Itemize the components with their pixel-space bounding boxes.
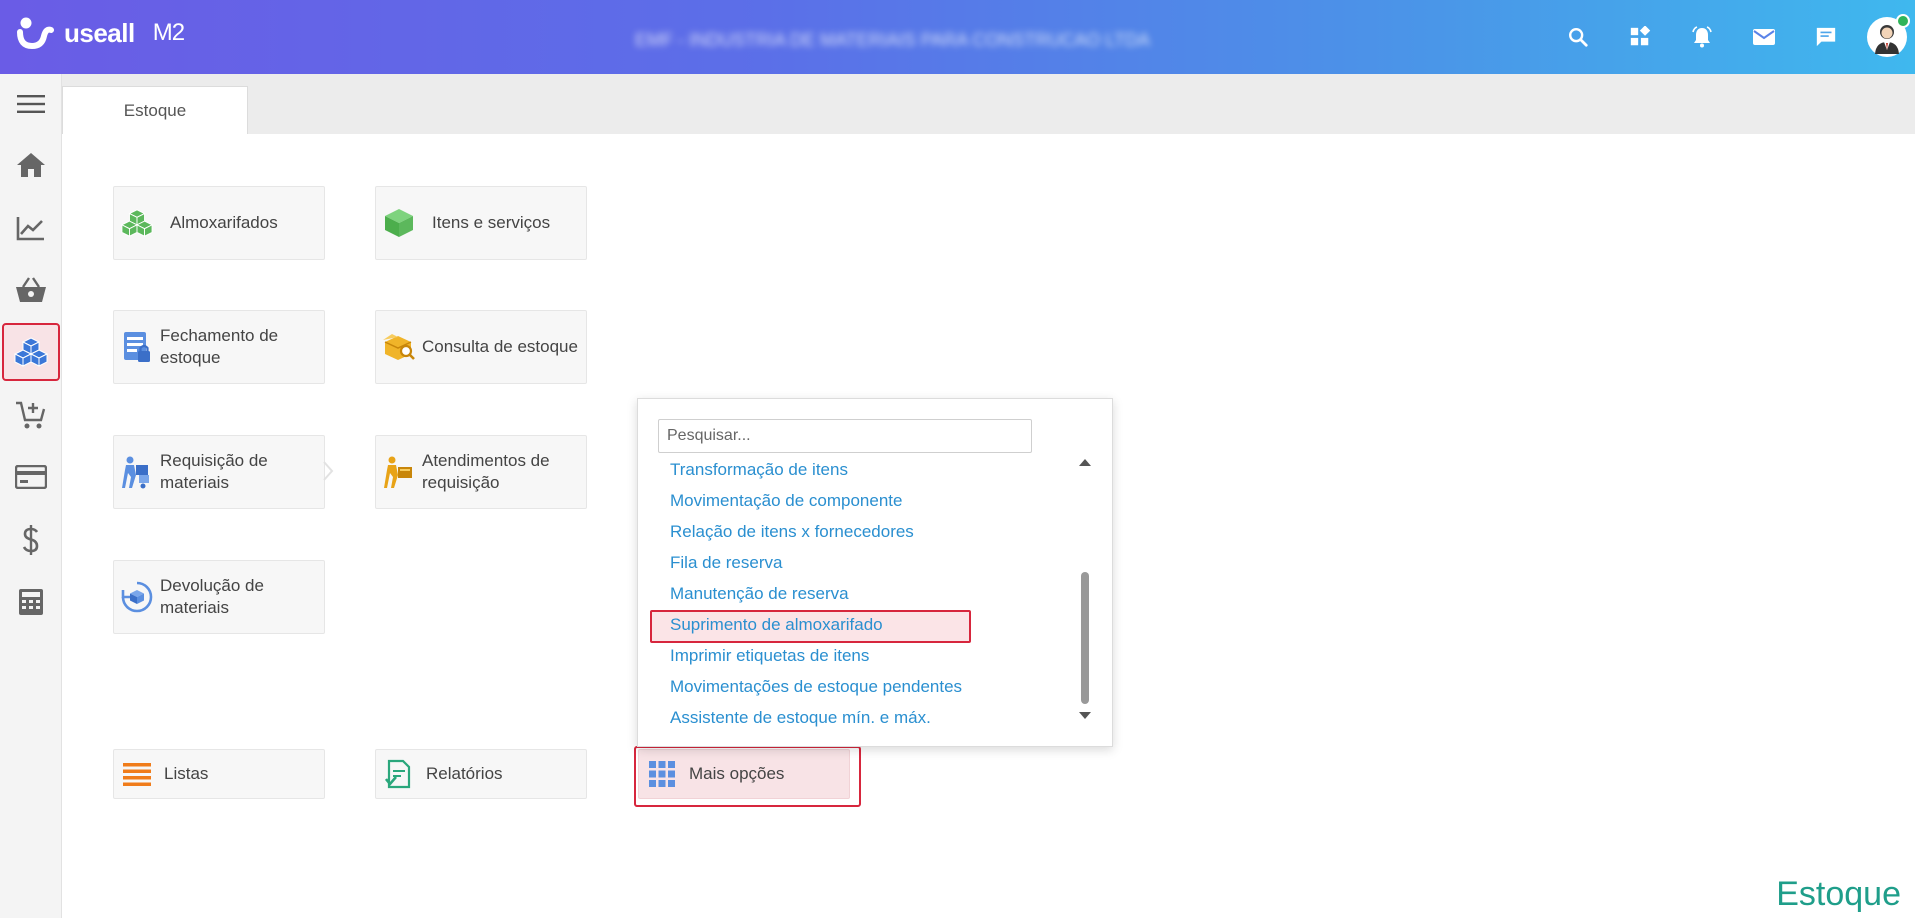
dropdown-search-input[interactable] [658, 419, 1032, 453]
box-search-icon [376, 332, 422, 362]
tile-fechamento-de-estoque[interactable]: Fechamento de estoque [113, 310, 325, 384]
dropdown-item-fila-de-reserva[interactable]: Fila de reserva [638, 547, 1078, 578]
widgets-icon[interactable] [1609, 0, 1671, 74]
tab-bar: Estoque [62, 74, 1915, 134]
report-icon [376, 759, 422, 789]
home-icon[interactable] [2, 136, 60, 194]
basket-icon[interactable] [2, 261, 60, 319]
user-avatar[interactable] [1867, 14, 1910, 57]
header-actions [1547, 0, 1915, 74]
logo[interactable]: useall M2 [16, 16, 185, 50]
tab-estoque[interactable]: Estoque [62, 86, 248, 134]
dropdown-item-movimentacao-de-componente[interactable]: Movimentação de componente [638, 485, 1078, 516]
logo-mark-icon [16, 16, 54, 50]
tile-label: Almoxarifados [170, 213, 278, 232]
dropdown-scrollbar-thumb[interactable] [1081, 572, 1089, 704]
boxes-icon[interactable] [2, 323, 60, 381]
lock-document-icon [114, 330, 160, 364]
scroll-down-arrow-icon[interactable] [1078, 709, 1092, 723]
sidebar [0, 74, 62, 918]
tile-label: Devolução de materiais [160, 576, 264, 617]
tile-itens-e-servicos[interactable]: Itens e serviços [375, 186, 587, 260]
hand-truck-icon [114, 455, 160, 489]
menu-icon[interactable] [0, 74, 62, 134]
dollar-icon[interactable] [2, 511, 60, 569]
credit-card-icon[interactable] [2, 448, 60, 506]
dropdown-item-imprimir-etiquetas-de-itens[interactable]: Imprimir etiquetas de itens [638, 640, 1078, 671]
tile-label: Consulta de estoque [422, 337, 578, 356]
cart-add-icon[interactable] [2, 386, 60, 444]
logo-version: M2 [152, 19, 185, 46]
dropdown-item-manutencao-de-reserva[interactable]: Manutenção de reserva [638, 578, 1078, 609]
dropdown-item-movimentacoes-de-estoque-pendentes[interactable]: Movimentações de estoque pendentes [638, 671, 1078, 702]
return-box-icon [114, 580, 160, 614]
mais-opcoes-highlight [634, 746, 861, 807]
calculator-icon[interactable] [2, 573, 60, 631]
tile-atendimentos-de-requisicao[interactable]: Atendimentos de requisição [375, 435, 587, 509]
tile-listas[interactable]: Listas [113, 749, 325, 799]
tile-label: Itens e serviços [432, 213, 551, 232]
tile-devolucao-de-materiais[interactable]: Devolução de materiais [113, 560, 325, 634]
tile-consulta-de-estoque[interactable]: Consulta de estoque [375, 310, 587, 384]
mais-opcoes-dropdown: Transformação de itens Movimentação de c… [637, 398, 1113, 747]
delivery-person-icon [376, 455, 422, 489]
chat-icon[interactable] [1795, 0, 1857, 74]
logo-text: useall [64, 17, 135, 48]
alarm-bell-icon[interactable] [1671, 0, 1733, 74]
online-status-dot [1896, 14, 1910, 28]
tile-requisicao-de-materiais[interactable]: Requisição de materiais [113, 435, 325, 509]
page-title: Estoque [1776, 875, 1901, 913]
tile-almoxarifados[interactable]: Almoxarifados [113, 186, 325, 260]
dropdown-item-suprimento-de-almoxarifado[interactable]: Suprimento de almoxarifado [638, 609, 1078, 643]
tile-label: Listas [164, 764, 209, 783]
dropdown-item-relacao-de-itens-x-fornecedores[interactable]: Relação de itens x fornecedores [638, 516, 1078, 547]
search-icon[interactable] [1547, 0, 1609, 74]
tile-label: Relatórios [426, 764, 503, 783]
tile-label: Fechamento de estoque [160, 326, 279, 367]
cubes-icon [114, 208, 160, 238]
tile-label: Atendimentos de requisição [422, 451, 550, 492]
company-name: EMF - INDUSTRIA DE MATERIAIS PARA CONSTR… [635, 30, 1151, 50]
dropdown-item-transformacao-de-itens[interactable]: Transformação de itens [638, 454, 1078, 485]
list-icon [114, 762, 160, 786]
mail-icon[interactable] [1733, 0, 1795, 74]
chevron-right-icon [320, 460, 336, 482]
tile-relatorios[interactable]: Relatórios [375, 749, 587, 799]
top-header: useall M2 EMF - INDUSTRIA DE MATERIAIS P… [0, 0, 1915, 74]
tile-label: Requisição de materiais [160, 451, 268, 492]
app-window: useall M2 EMF - INDUSTRIA DE MATERIAIS P… [0, 0, 1915, 918]
trending-chart-icon[interactable] [2, 199, 60, 257]
box-icon [376, 207, 422, 239]
dropdown-item-assistente-de-estoque-min-max[interactable]: Assistente de estoque mín. e máx. [638, 702, 1078, 733]
scroll-up-arrow-icon[interactable] [1078, 455, 1092, 469]
dropdown-list: Transformação de itens Movimentação de c… [638, 454, 1078, 733]
